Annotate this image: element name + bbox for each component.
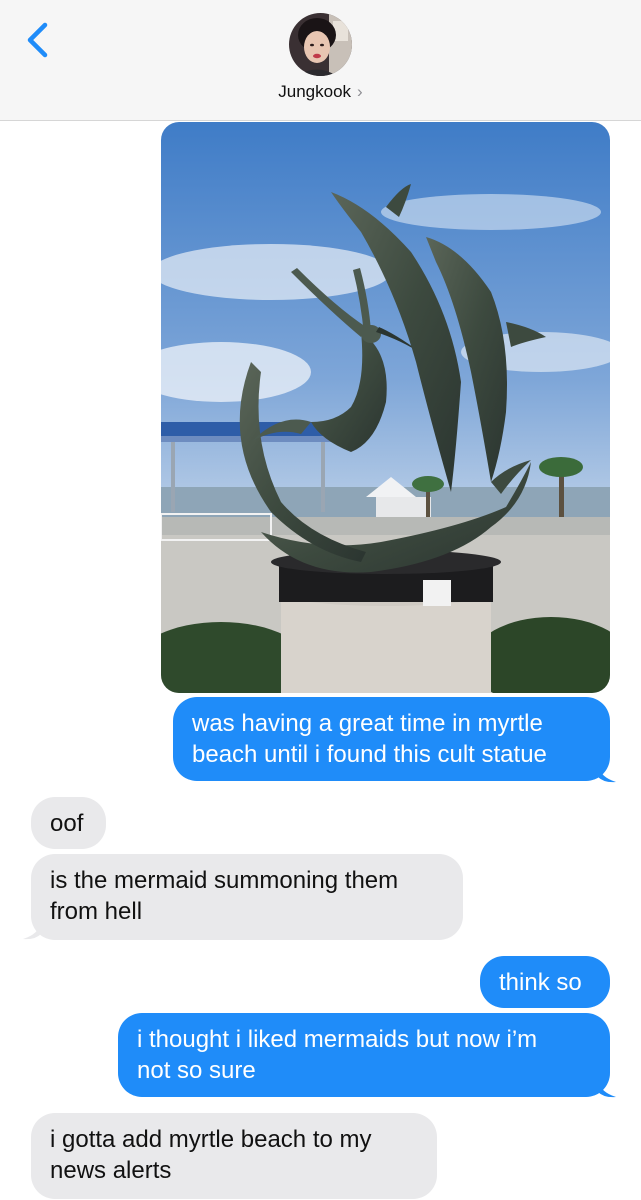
- conversation-header: Jungkook ›: [0, 0, 641, 121]
- bubble-tail: [23, 922, 41, 940]
- back-button[interactable]: [18, 20, 58, 60]
- message-text-line: not so sure: [137, 1057, 256, 1084]
- photo-message[interactable]: [161, 122, 610, 693]
- chevron-left-icon: [27, 22, 48, 58]
- statue-photo: [161, 122, 610, 693]
- message-text-line: from hell: [50, 898, 143, 925]
- message-text-line: i gotta add myrtle beach to my: [50, 1126, 372, 1153]
- outgoing-message[interactable]: was having a great time in myrtle beach …: [173, 697, 610, 781]
- message-text-line: beach until i found this cult statue: [192, 741, 547, 768]
- message-text-line: oof: [50, 810, 84, 837]
- avatar[interactable]: [289, 13, 352, 76]
- message-text-line: think so: [499, 969, 582, 996]
- contact-name-button[interactable]: Jungkook ›: [0, 82, 641, 102]
- bubble-tail: [598, 765, 616, 783]
- message-text-line: i thought i liked mermaids but now i’m: [137, 1026, 538, 1053]
- contact-name: Jungkook: [278, 82, 352, 101]
- incoming-message[interactable]: oof: [31, 797, 106, 849]
- chevron-right-icon: ›: [357, 82, 363, 101]
- outgoing-message[interactable]: i thought i liked mermaids but now i’m n…: [118, 1013, 610, 1097]
- incoming-message[interactable]: is the mermaid summoning them from hell: [31, 854, 463, 940]
- outgoing-message[interactable]: think so: [480, 956, 610, 1008]
- bubble-tail: [598, 1080, 616, 1098]
- incoming-message[interactable]: i gotta add myrtle beach to my news aler…: [31, 1113, 437, 1199]
- message-text-line: news alerts: [50, 1157, 172, 1184]
- message-text-line: was having a great time in myrtle: [192, 710, 543, 737]
- message-text-line: is the mermaid summoning them: [50, 867, 399, 894]
